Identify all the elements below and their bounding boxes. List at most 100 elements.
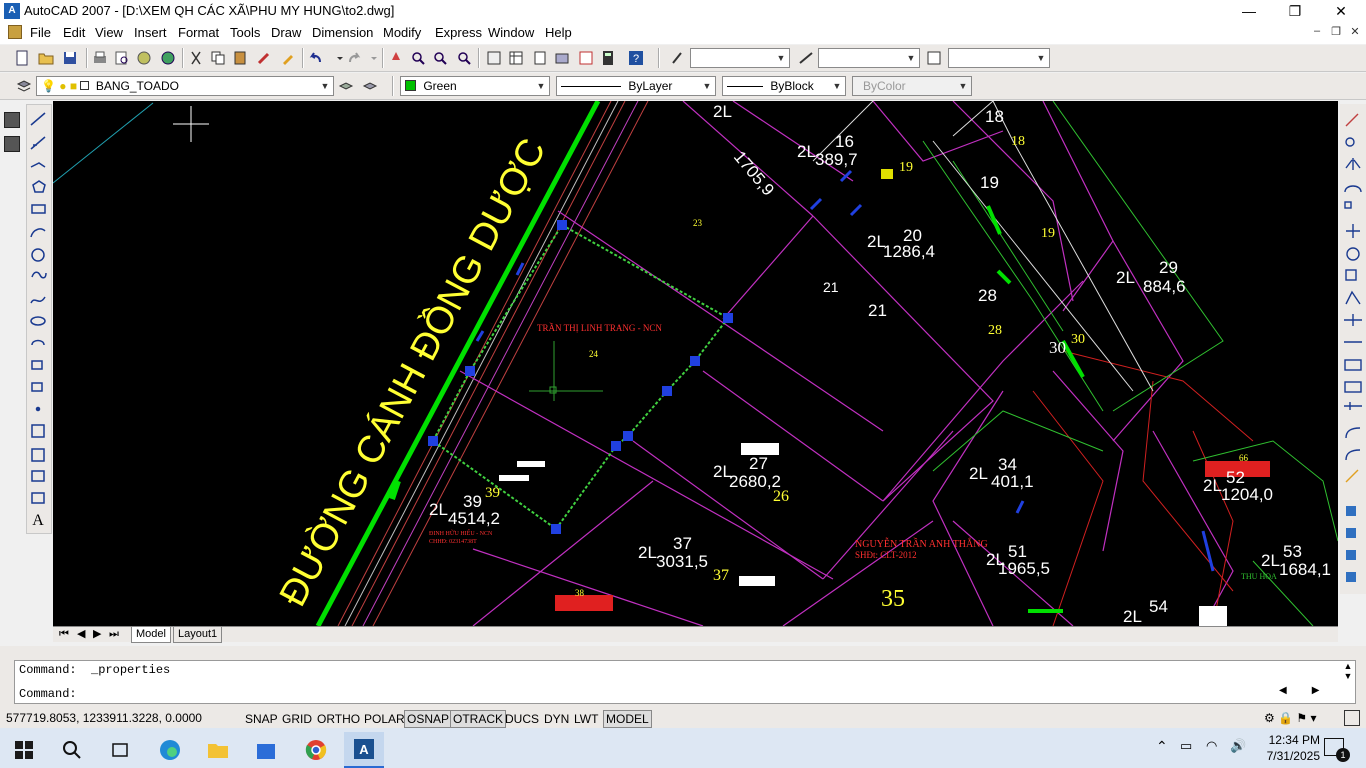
palette-icon-2[interactable] <box>4 136 20 152</box>
model-toggle[interactable]: MODEL <box>603 710 652 728</box>
tab-layout1[interactable]: Layout1 <box>173 627 223 643</box>
polar-toggle[interactable]: POLAR <box>361 710 408 728</box>
make-object-layer-current-icon[interactable] <box>336 76 356 96</box>
markup-icon[interactable] <box>576 48 596 68</box>
command-window[interactable]: Command: _properties Command: ▲ ▼ ◀ ▶ <box>14 660 1356 704</box>
start-icon[interactable] <box>4 732 44 768</box>
ellipse-icon[interactable] <box>30 316 46 326</box>
command-scroll-icon[interactable]: ▲ ▼ <box>1341 661 1355 683</box>
polygon-icon[interactable] <box>32 180 46 193</box>
text-style-select[interactable]: ▼ <box>690 48 790 68</box>
command-hscroll[interactable]: ◀ ▶ <box>1279 685 1339 701</box>
dim-style-icon[interactable] <box>796 48 816 68</box>
lineweight-control-select[interactable]: ByBlock ▼ <box>722 76 846 96</box>
trim-icon[interactable] <box>1344 314 1362 326</box>
menu-dimension[interactable]: Dimension <box>312 25 373 40</box>
plot-icon[interactable] <box>90 48 110 68</box>
point-icon[interactable] <box>35 406 41 412</box>
revcloud-icon[interactable] <box>31 271 47 279</box>
linetype-control-select[interactable]: ByLayer ▼ <box>556 76 716 96</box>
table-style-select[interactable]: ▼ <box>948 48 1050 68</box>
first-tab-icon[interactable]: ⏮ <box>55 627 73 643</box>
show-hidden-icons-icon[interactable]: ⌃ <box>1156 738 1168 755</box>
grid-toggle[interactable]: GRID <box>279 710 315 728</box>
clean-screen-icon[interactable] <box>1344 710 1360 726</box>
ellipse-arc-icon[interactable] <box>31 339 45 346</box>
break-icon[interactable] <box>1344 381 1362 393</box>
last-tab-icon[interactable]: ⏭ <box>105 627 123 643</box>
polyline-icon[interactable] <box>30 162 46 168</box>
menu-format[interactable]: Format <box>178 25 219 40</box>
make-block-icon[interactable] <box>31 382 43 392</box>
table-icon[interactable] <box>31 492 45 504</box>
menu-insert[interactable]: Insert <box>134 25 167 40</box>
menu-modify[interactable]: Modify <box>383 25 421 40</box>
rectangle-icon[interactable] <box>31 204 46 214</box>
menu-window[interactable]: Window <box>488 25 534 40</box>
calculator-icon[interactable] <box>598 48 618 68</box>
dim-style-select[interactable]: ▼ <box>818 48 920 68</box>
text-style-icon[interactable] <box>668 48 688 68</box>
draworder-front-icon[interactable] <box>1346 506 1356 516</box>
document-icon[interactable] <box>8 25 22 39</box>
dyn-toggle[interactable]: DYN <box>541 710 572 728</box>
undo-icon[interactable] <box>306 48 326 68</box>
doc-restore-button[interactable]: ❐ <box>1327 25 1345 38</box>
line-icon[interactable] <box>30 112 46 126</box>
status-tray-icons[interactable]: ⚙ 🔒 ⚑ ▾ <box>1264 711 1316 725</box>
ducs-toggle[interactable]: DUCS <box>502 710 542 728</box>
insert-block-icon[interactable] <box>31 360 43 370</box>
layer-on-icon[interactable]: 💡 <box>41 79 56 93</box>
move-icon[interactable] <box>1346 224 1360 238</box>
menu-file[interactable]: File <box>30 25 51 40</box>
task-view-icon[interactable] <box>100 732 140 768</box>
array-icon[interactable] <box>1344 201 1352 209</box>
system-clock[interactable]: 12:34 PM 7/31/2025 <box>1267 732 1320 764</box>
plot-preview-icon[interactable] <box>112 48 132 68</box>
rotate-icon[interactable] <box>1346 247 1360 261</box>
otrack-toggle[interactable]: OTRACK <box>450 710 507 728</box>
prev-tab-icon[interactable]: ◀ <box>73 627 89 643</box>
command-prompt[interactable]: Command: <box>19 687 77 701</box>
search-icon[interactable] <box>52 732 92 768</box>
menu-help[interactable]: Help <box>545 25 572 40</box>
gradient-icon[interactable] <box>31 448 45 462</box>
break-point-icon[interactable] <box>1344 359 1362 371</box>
layer-select[interactable]: 💡 ● ■ BANG_TOADO ▼ <box>36 76 334 96</box>
chamfer-icon[interactable] <box>1345 427 1361 439</box>
cut-icon[interactable] <box>186 48 206 68</box>
autocad-taskbar-icon[interactable]: A <box>344 732 384 768</box>
lwt-toggle[interactable]: LWT <box>571 710 601 728</box>
zoom-realtime-icon[interactable] <box>408 48 428 68</box>
region-icon[interactable] <box>31 470 45 482</box>
tool-palettes-icon[interactable] <box>530 48 550 68</box>
menu-express[interactable]: Express <box>435 25 482 40</box>
close-button[interactable]: ✕ <box>1318 0 1364 22</box>
file-explorer-icon[interactable] <box>198 732 238 768</box>
zoom-window-icon[interactable] <box>430 48 450 68</box>
tab-model[interactable]: Model <box>131 627 171 643</box>
pan-icon[interactable] <box>386 48 406 68</box>
edge-icon[interactable] <box>150 732 190 768</box>
sheet-set-icon[interactable] <box>552 48 572 68</box>
stretch-icon[interactable] <box>1345 290 1361 305</box>
save-icon[interactable] <box>60 48 80 68</box>
multiline-text-icon[interactable]: A <box>32 512 44 529</box>
doc-close-button[interactable]: ✕ <box>1346 25 1364 38</box>
join-icon[interactable] <box>1344 402 1362 410</box>
layer-previous-icon[interactable] <box>360 76 380 96</box>
fillet-icon[interactable] <box>1345 449 1361 461</box>
match-properties-icon[interactable] <box>254 48 274 68</box>
coordinate-readout[interactable]: 577719.8053, 1233911.3228, 0.0000 <box>6 711 202 725</box>
paste-icon[interactable] <box>230 48 250 68</box>
hatch-icon[interactable] <box>31 424 45 438</box>
offset-icon[interactable] <box>1344 185 1362 193</box>
drawing-canvas[interactable]: ĐƯỜNG CÁNH ĐỒNG DƯỢC 18 19 21 21 28 16 3… <box>53 101 1338 626</box>
chrome-icon[interactable] <box>296 732 336 768</box>
redo-dropdown-icon[interactable] <box>364 48 384 68</box>
store-icon[interactable] <box>246 732 286 768</box>
next-tab-icon[interactable]: ▶ <box>89 627 105 643</box>
erase-icon[interactable] <box>1345 113 1359 127</box>
circle-icon[interactable] <box>31 248 45 262</box>
web-icon[interactable] <box>158 48 178 68</box>
